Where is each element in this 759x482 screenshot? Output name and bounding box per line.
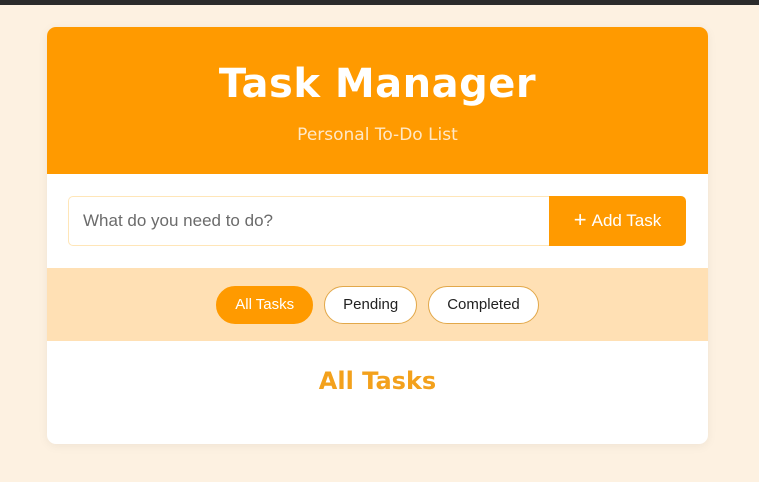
app-header: Task Manager Personal To-Do List (47, 27, 708, 174)
task-manager-card: Task Manager Personal To-Do List + Add T… (47, 27, 708, 444)
app-title: Task Manager (218, 61, 537, 107)
browser-top-edge (0, 0, 759, 5)
filter-all-tasks-button[interactable]: All Tasks (216, 285, 314, 324)
filter-pending-button[interactable]: Pending (324, 285, 418, 324)
section-title: All Tasks (318, 367, 437, 395)
task-input[interactable] (68, 196, 549, 246)
add-task-button[interactable]: + Add Task (549, 196, 686, 246)
filter-bar: All Tasks Pending Completed (47, 268, 708, 341)
add-task-label: Add Task (591, 211, 662, 230)
plus-icon: + (573, 207, 587, 232)
app-subtitle: Personal To-Do List (297, 125, 458, 145)
add-task-form: + Add Task (68, 196, 686, 246)
filter-completed-button[interactable]: Completed (428, 285, 539, 324)
